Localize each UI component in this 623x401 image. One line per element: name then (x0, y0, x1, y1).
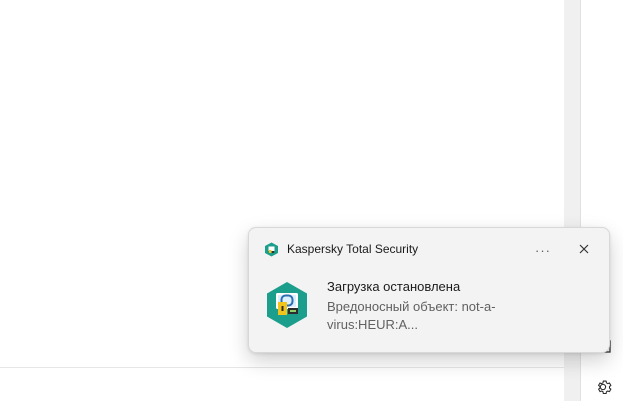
kaspersky-blocked-download-icon (265, 281, 309, 329)
close-icon (579, 241, 589, 259)
notification-body: Вредоносный объект: not-a-virus:HEUR:A..… (327, 299, 496, 332)
more-options-icon: ··· (535, 242, 551, 258)
close-button[interactable] (574, 240, 594, 260)
settings-button[interactable] (592, 378, 614, 400)
gear-icon (594, 378, 612, 401)
notification-title: Загрузка остановлена (327, 279, 461, 294)
kaspersky-shield-icon (264, 242, 279, 257)
toast-notification[interactable]: Kaspersky Total Security ··· Загрузка ос… (248, 227, 610, 353)
bottom-bar (0, 367, 564, 401)
more-options-button[interactable]: ··· (530, 240, 556, 260)
notification-app-name: Kaspersky Total Security (287, 242, 419, 256)
